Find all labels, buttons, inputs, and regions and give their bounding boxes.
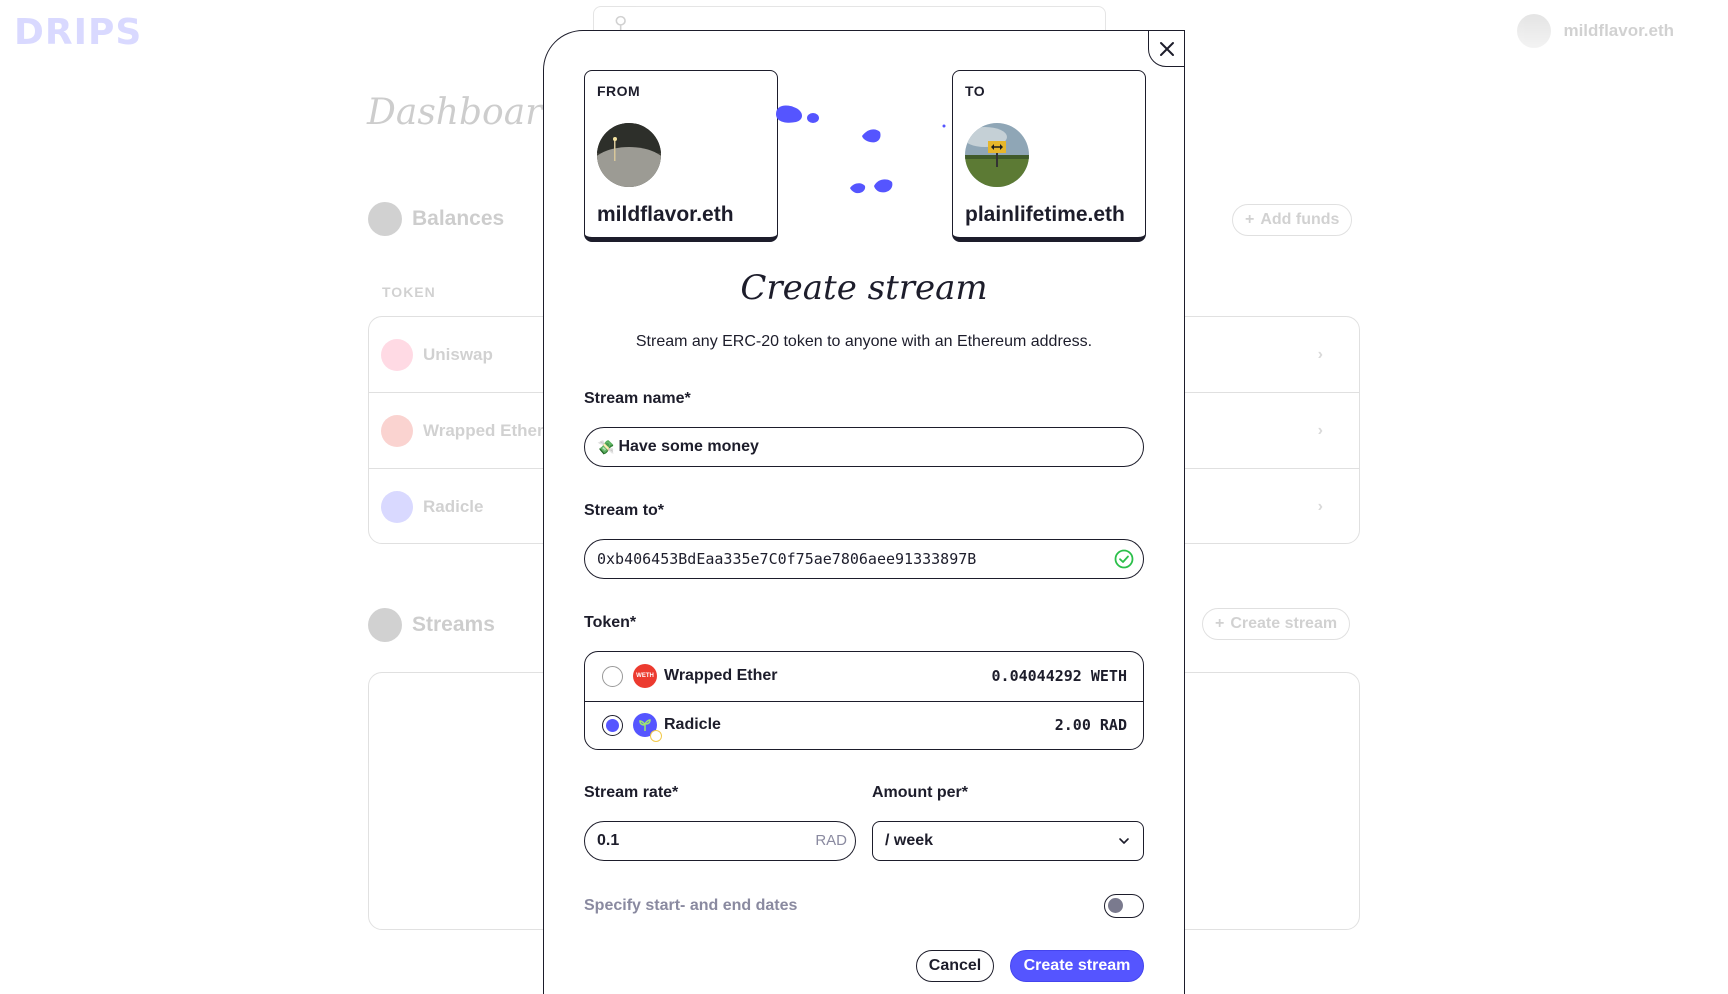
amount-per-label: Amount per* [872,784,968,801]
user-menu[interactable]: mildflavor.eth [1517,14,1674,48]
stream-rate-value: 0.1 [597,832,620,849]
amount-per-value: / week [885,832,934,849]
stream-to-value: 0xb406453BdEaa335e7C0f75ae7806aee9133389… [597,550,977,568]
token-name: Uniswap [423,344,493,364]
stream-name-value: Have some money [618,438,759,455]
dates-toggle-label: Specify start- and end dates [584,897,798,914]
stream-rate-unit: RAD [815,832,847,849]
token-column-header: TOKEN [382,284,436,300]
token-option-weth[interactable]: WETH Wrapped Ether 0.04044292 WETH [585,652,1143,701]
to-label: TO [965,83,986,99]
page-title: Dashboard [367,92,566,133]
radio-button-selected[interactable] [602,714,623,736]
token-option-balance: 2.00 RAD [1054,716,1127,735]
weth-icon: WETH [633,664,657,689]
stream-to-field[interactable]: 0xb406453BdEaa335e7C0f75ae7806aee9133389… [584,539,1144,579]
uniswap-icon [381,338,413,371]
stream-drops-illustration [776,105,946,194]
create-stream-bg-label: Create stream [1230,615,1338,632]
token-option-name: Radicle [664,716,721,734]
weth-icon [381,414,413,447]
drips-logo: DRIPS [14,12,143,53]
dates-toggle[interactable] [1104,894,1144,918]
plus-icon: + [1245,211,1255,228]
plus-icon: + [1215,615,1225,632]
radicle-icon [633,713,662,743]
ethereum-badge-icon [650,730,662,743]
modal-title: Create stream [740,268,988,308]
create-stream-button[interactable]: Create stream [1010,950,1144,982]
modal-subtitle: Stream any ERC-20 token to anyone with a… [635,333,1093,350]
streams-heading: Streams [368,608,495,642]
add-funds-button[interactable]: + Add funds [1232,204,1353,236]
stream-rate-label: Stream rate* [584,784,679,801]
from-avatar [597,123,661,187]
avatar [1517,14,1552,48]
token-selector: WETH Wrapped Ether 0.04044292 WETH Radic… [584,651,1144,750]
chevron-right-icon: › [1317,421,1323,439]
chevron-right-icon: › [1317,498,1323,515]
stream-name-field[interactable]: 💸 Have some money [584,427,1144,467]
stream-to-label: Stream to* [584,502,665,519]
stream-rate-input[interactable]: 0.1 RAD [584,821,856,861]
token-name: Radicle [423,497,484,516]
token-option-name: Wrapped Ether [664,667,778,685]
money-emoji-icon: 💸 [597,438,615,455]
radio-button[interactable] [602,665,623,687]
chevron-down-icon [1119,838,1129,844]
from-label: FROM [597,83,641,99]
chevron-right-icon: › [1317,345,1323,363]
token-label: Token* [584,614,637,631]
to-card: TO plainlifetime.eth [952,70,1146,242]
create-stream-bg-button[interactable]: + Create stream [1202,608,1351,640]
to-avatar [965,123,1029,187]
balances-icon [368,202,402,236]
weth-icon-text: WETH [636,673,654,680]
radicle-icon [381,491,413,523]
balances-heading: Balances [368,202,504,236]
cancel-button[interactable]: Cancel [916,950,994,982]
seedling-icon [639,719,651,732]
streams-title: Streams [412,613,495,636]
close-icon [1159,41,1174,56]
check-circle-icon [1114,549,1134,569]
user-name: mildflavor.eth [1563,21,1674,40]
amount-per-select[interactable]: / week [872,821,1144,861]
token-option-radicle[interactable]: Radicle 2.00 RAD [585,700,1143,750]
token-option-balance: 0.04044292 WETH [991,667,1127,686]
streams-icon [368,608,402,642]
balances-title: Balances [412,207,505,230]
from-card: FROM mildflavor.eth [584,70,778,242]
token-name: Wrapped Ether [423,420,544,440]
to-name: plainlifetime.eth [965,203,1125,226]
close-button[interactable] [1148,30,1185,67]
from-name: mildflavor.eth [597,203,734,226]
stream-name-label: Stream name* [584,390,691,407]
add-funds-label: Add funds [1260,211,1340,228]
